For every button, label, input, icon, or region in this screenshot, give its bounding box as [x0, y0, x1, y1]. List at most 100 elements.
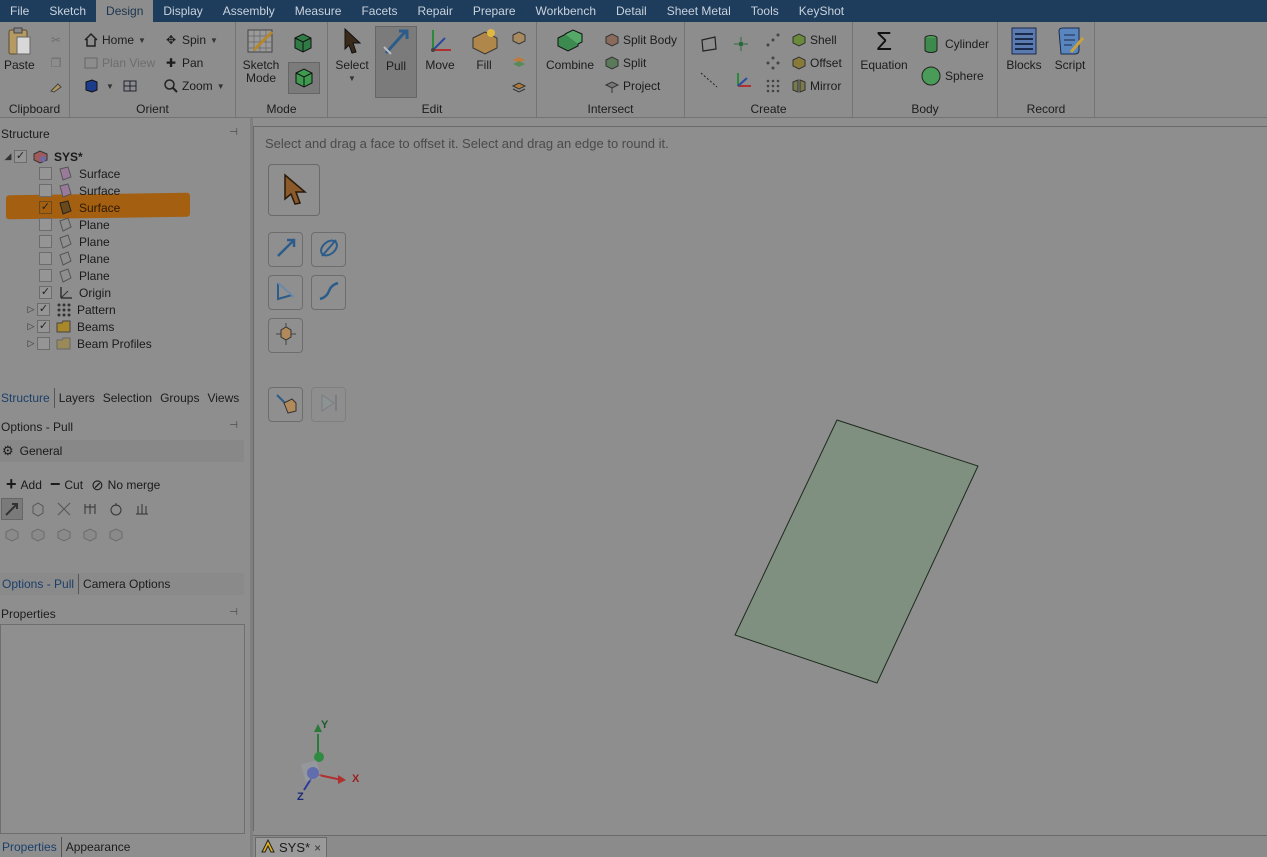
- visibility-checkbox[interactable]: [39, 269, 52, 282]
- pull-button[interactable]: Pull: [375, 26, 417, 98]
- general-section-header[interactable]: ⚙ General: [0, 440, 244, 462]
- mirror-button[interactable]: Mirror: [791, 78, 841, 94]
- visibility-checkbox[interactable]: [39, 218, 52, 231]
- tab-layers[interactable]: Layers: [55, 388, 99, 408]
- tab-views[interactable]: Views: [203, 388, 243, 408]
- ruler-icon[interactable]: [79, 498, 101, 520]
- pattern-tool-button[interactable]: [765, 55, 784, 71]
- menu-display[interactable]: Display: [153, 0, 212, 22]
- tab-properties[interactable]: Properties: [0, 837, 62, 857]
- tree-item-plane-3[interactable]: Plane: [39, 250, 110, 267]
- split-button[interactable]: Split: [604, 55, 646, 71]
- line-tool-button[interactable]: [699, 70, 722, 90]
- tree-item-plane-4[interactable]: Plane: [39, 267, 110, 284]
- measure-icon[interactable]: [105, 498, 127, 520]
- complete-tool[interactable]: [268, 387, 303, 422]
- menu-facets[interactable]: Facets: [351, 0, 407, 22]
- format-painter-button[interactable]: [48, 78, 67, 94]
- expand-icon[interactable]: ▷: [25, 338, 37, 349]
- no-merge-option[interactable]: ⊘ No merge: [91, 476, 160, 494]
- edit-tool-1-button[interactable]: [511, 30, 530, 46]
- rectangle-tool-button[interactable]: [699, 34, 722, 54]
- next-step-tool[interactable]: [311, 387, 346, 422]
- box-option-icon[interactable]: [79, 524, 101, 546]
- tab-options-pull[interactable]: Options - Pull: [0, 574, 80, 594]
- spin-button[interactable]: ✥ Spin ▼: [163, 32, 218, 48]
- tab-structure[interactable]: Structure: [0, 388, 55, 408]
- pull-direction-icon[interactable]: [1, 498, 23, 520]
- edit-tool-2-button[interactable]: [511, 54, 530, 70]
- tree-item-beam-profiles[interactable]: ▷ Beam Profiles: [25, 335, 152, 352]
- blend-tool[interactable]: [268, 318, 303, 353]
- tree-item-surface-2[interactable]: Surface: [39, 182, 120, 199]
- visibility-checkbox[interactable]: [39, 167, 52, 180]
- surface-body[interactable]: [730, 415, 985, 690]
- home-button[interactable]: Home ▼: [83, 32, 146, 48]
- draft-tool[interactable]: [311, 275, 346, 310]
- visibility-checkbox[interactable]: [39, 184, 52, 197]
- paste-button[interactable]: Paste: [4, 26, 35, 72]
- menu-sketch[interactable]: Sketch: [39, 0, 96, 22]
- menu-measure[interactable]: Measure: [285, 0, 352, 22]
- box-option-icon[interactable]: [53, 524, 75, 546]
- select-button[interactable]: Select ▼: [334, 26, 370, 85]
- document-tab-sys[interactable]: SYS* ×: [255, 837, 328, 857]
- collapse-icon[interactable]: ◢: [2, 151, 14, 162]
- blocks-button[interactable]: Blocks: [1004, 26, 1044, 72]
- visibility-checkbox[interactable]: [37, 337, 50, 350]
- sweep-tool[interactable]: [268, 275, 303, 310]
- tree-item-surface-3[interactable]: ✓ Surface: [39, 199, 120, 216]
- menu-design[interactable]: Design: [96, 0, 154, 22]
- close-icon[interactable]: ×: [314, 841, 321, 855]
- menu-detail[interactable]: Detail: [606, 0, 657, 22]
- box-option-icon[interactable]: [1, 524, 23, 546]
- menu-assembly[interactable]: Assembly: [213, 0, 285, 22]
- pull-direction-tool[interactable]: [268, 232, 303, 267]
- view-cube-button[interactable]: ▼: [83, 78, 114, 94]
- fill-button[interactable]: Fill: [466, 26, 502, 72]
- section-mode-button[interactable]: [292, 32, 317, 54]
- offset-button[interactable]: Offset: [791, 55, 842, 71]
- tree-item-plane-2[interactable]: Plane: [39, 233, 110, 250]
- sphere-button[interactable]: Sphere: [920, 65, 984, 87]
- visibility-checkbox[interactable]: [39, 252, 52, 265]
- extrude-icon[interactable]: [27, 498, 49, 520]
- pan-button[interactable]: ✚ Pan: [163, 55, 203, 71]
- tree-item-beams[interactable]: ▷ ✓ Beams: [25, 318, 115, 335]
- menu-tools[interactable]: Tools: [741, 0, 789, 22]
- tree-item-pattern[interactable]: ▷ ✓ Pattern: [25, 301, 116, 318]
- visibility-checkbox[interactable]: ✓: [37, 303, 50, 316]
- dots-line-tool-button[interactable]: [765, 32, 784, 48]
- script-button[interactable]: Script: [1050, 26, 1090, 72]
- pattern-icon[interactable]: [131, 498, 153, 520]
- tree-item-origin[interactable]: ✓ Origin: [39, 284, 111, 301]
- pin-icon[interactable]: ⊣: [229, 420, 238, 431]
- plan-view-button[interactable]: Plan View: [83, 55, 155, 71]
- box-option-icon[interactable]: [105, 524, 127, 546]
- menu-prepare[interactable]: Prepare: [463, 0, 526, 22]
- project-button[interactable]: Project: [604, 78, 660, 94]
- equation-button[interactable]: Σ Equation: [859, 26, 909, 72]
- box-option-icon[interactable]: [27, 524, 49, 546]
- split-body-button[interactable]: Split Body: [604, 32, 677, 48]
- tab-appearance[interactable]: Appearance: [62, 837, 135, 857]
- expand-icon[interactable]: ▷: [25, 321, 37, 332]
- cut-option[interactable]: − Cut: [50, 474, 83, 495]
- cylinder-button[interactable]: Cylinder: [920, 33, 989, 55]
- visibility-checkbox[interactable]: [39, 235, 52, 248]
- expand-icon[interactable]: ▷: [25, 304, 37, 315]
- tab-groups[interactable]: Groups: [156, 388, 203, 408]
- edit-tool-3-button[interactable]: [511, 78, 530, 94]
- menu-sheet-metal[interactable]: Sheet Metal: [657, 0, 741, 22]
- visibility-checkbox[interactable]: ✓: [14, 150, 27, 163]
- visibility-checkbox[interactable]: ✓: [37, 320, 50, 333]
- tab-camera-options[interactable]: Camera Options: [79, 574, 174, 594]
- view-layout-button[interactable]: [122, 78, 141, 94]
- sketch-mode-button[interactable]: Sketch Mode: [242, 26, 280, 85]
- move-button[interactable]: Move: [422, 26, 458, 72]
- point-tool-button[interactable]: [733, 36, 752, 52]
- visibility-checkbox[interactable]: ✓: [39, 201, 52, 214]
- axis-tool-button[interactable]: [733, 70, 756, 90]
- menu-repair[interactable]: Repair: [407, 0, 462, 22]
- cut-button[interactable]: ✂: [48, 32, 67, 48]
